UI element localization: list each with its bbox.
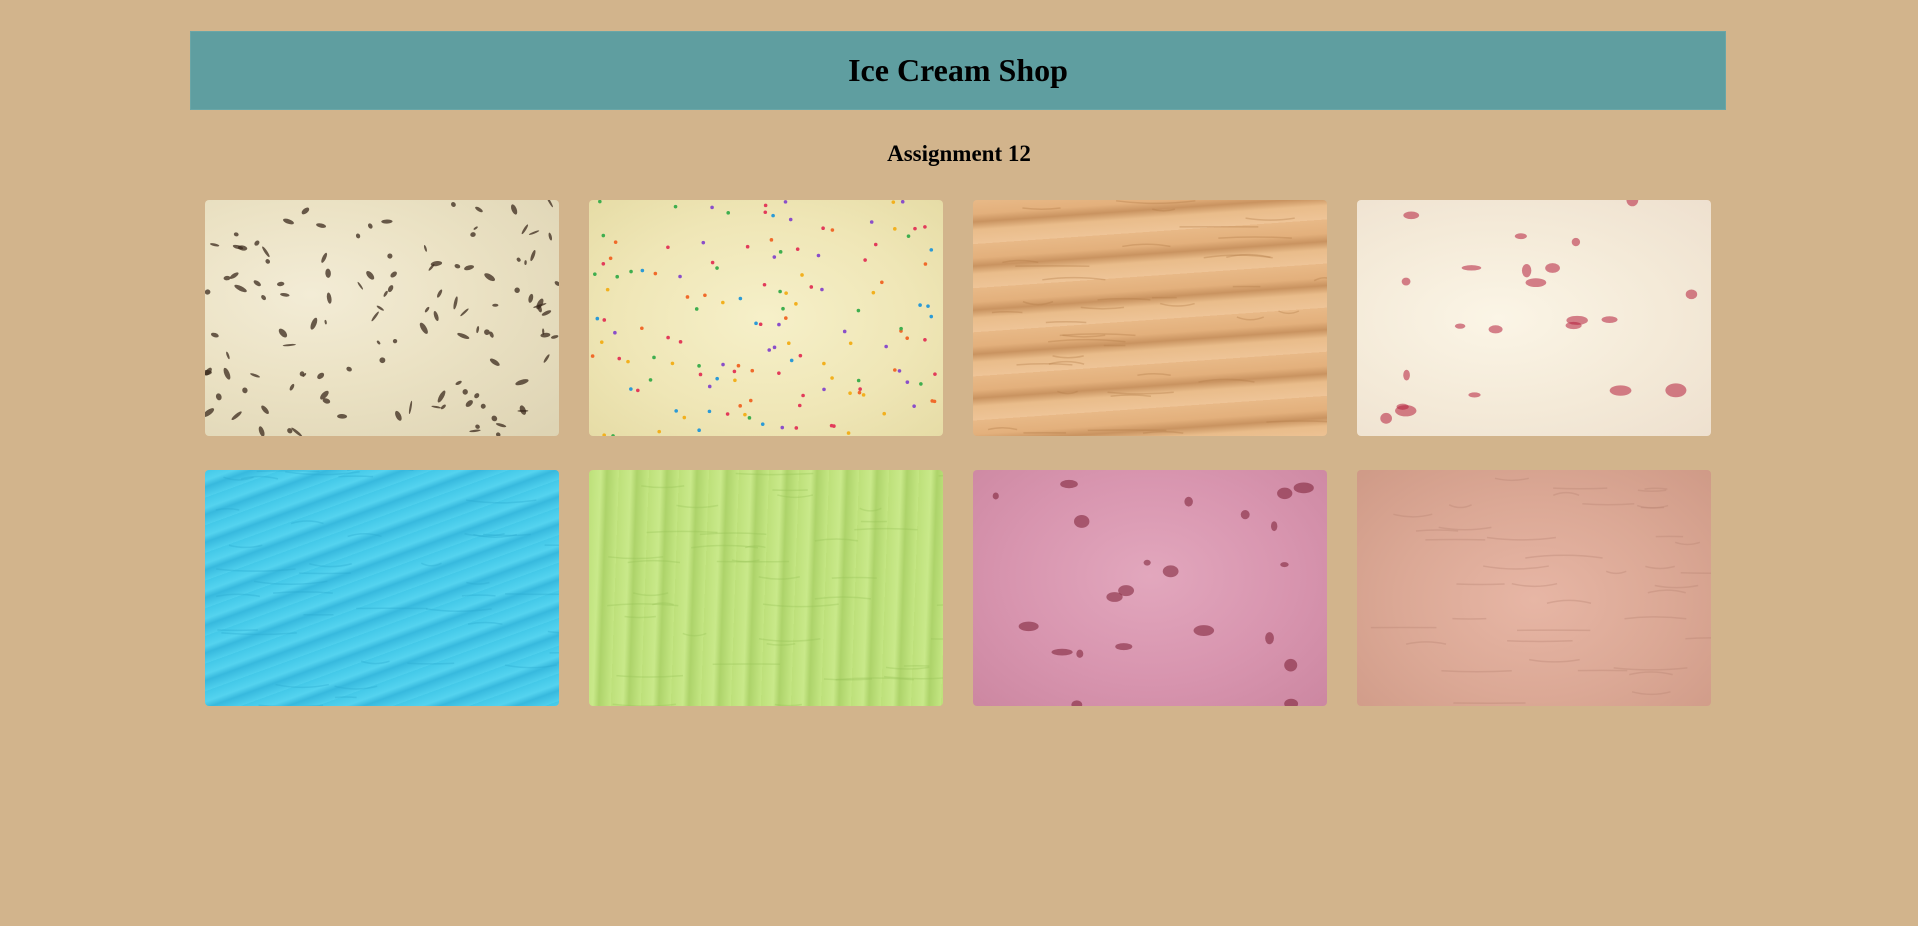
caramel-image[interactable] <box>973 200 1327 436</box>
ice-cream-gallery <box>205 200 1711 706</box>
lime-sherbet-image[interactable] <box>589 470 943 706</box>
birthday-cake-sprinkles-image-texture <box>590 200 937 436</box>
page: Ice Cream Shop Assignment 12 <box>0 0 1918 926</box>
blue-ice-cream-image-texture <box>215 470 559 706</box>
birthday-cake-sprinkles-image[interactable] <box>589 200 943 436</box>
cookies-and-cream-image-texture <box>205 200 559 436</box>
strawberry-chocolate-image-texture <box>1370 477 1711 704</box>
berry-swirl-image[interactable] <box>1357 200 1711 436</box>
blue-ice-cream-image[interactable] <box>205 470 559 706</box>
page-title: Ice Cream Shop <box>848 52 1068 88</box>
berry-swirl-image-texture <box>1380 200 1698 424</box>
caramel-image-texture <box>987 200 1327 434</box>
lime-sherbet-image-texture <box>607 472 943 706</box>
assignment-subtitle: Assignment 12 <box>887 141 1031 166</box>
strawberry-chocolate-image[interactable] <box>1357 470 1711 706</box>
cookies-and-cream-image[interactable] <box>205 200 559 436</box>
header-banner: Ice Cream Shop <box>190 31 1726 110</box>
cherry-ice-cream-image[interactable] <box>973 470 1327 706</box>
cherry-ice-cream-image-texture <box>992 479 1314 706</box>
